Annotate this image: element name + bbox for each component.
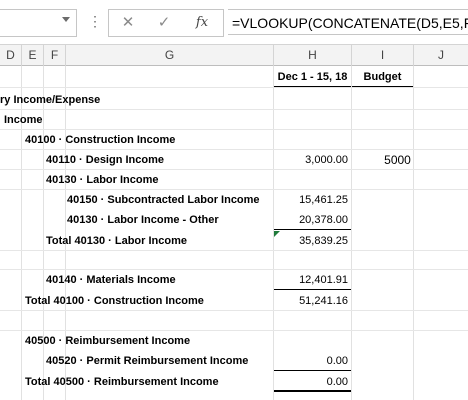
row-label[interactable]: 40110 · Design Income xyxy=(46,150,273,170)
close-icon[interactable]: ✕ xyxy=(117,13,139,33)
row-label[interactable]: 40500 · Reimbursement Income xyxy=(25,331,273,351)
table-row: 40520 · Permit Reimbursement Income 0.00 xyxy=(0,351,468,371)
table-row: 40130 · Labor Income xyxy=(0,170,468,190)
grid-line xyxy=(0,310,468,311)
table-row: 40130 · Labor Income - Other 20,378.00 xyxy=(0,210,468,230)
grid-line xyxy=(0,87,468,88)
column-header-i[interactable]: I xyxy=(352,45,414,66)
table-row xyxy=(0,311,468,331)
grid-line xyxy=(0,189,468,190)
table-row: 40110 · Design Income 3,000.00 5000 xyxy=(0,150,468,170)
spreadsheet-grid[interactable]: Dec 1 - 15, 18 Budget ry Income/Expense … xyxy=(0,66,468,400)
row-label[interactable]: Total 40500 · Reimbursement Income xyxy=(25,372,273,392)
row-label[interactable] xyxy=(0,311,273,331)
table-row: 40140 · Materials Income 12,401.91 xyxy=(0,270,468,290)
vertical-ellipsis-icon[interactable]: ⋮ xyxy=(88,12,102,30)
row-label[interactable]: Total 40100 · Construction Income xyxy=(25,291,273,311)
row-label[interactable]: 40100 · Construction Income xyxy=(25,130,273,150)
grid-line xyxy=(0,330,468,331)
budget-cell[interactable]: 5000 xyxy=(352,150,413,170)
amount-cell[interactable]: 20,378.00 xyxy=(274,210,351,230)
grid-line xyxy=(0,250,468,251)
table-row: 40500 · Reimbursement Income xyxy=(0,331,468,351)
header-period[interactable]: Dec 1 - 15, 18 xyxy=(274,67,351,87)
amount-cell[interactable]: 3,000.00 xyxy=(274,150,351,170)
grid-line xyxy=(0,169,468,170)
table-row: 40100 · Construction Income xyxy=(0,130,468,150)
column-header-g[interactable]: G xyxy=(66,45,274,66)
row-label[interactable] xyxy=(0,251,273,271)
table-row: 40150 · Subcontracted Labor Income 15,46… xyxy=(0,190,468,210)
grid-line xyxy=(0,129,468,130)
amount-cell[interactable]: 0.00 xyxy=(274,351,351,371)
chevron-down-icon[interactable] xyxy=(62,17,70,22)
column-header-j[interactable]: J xyxy=(414,45,468,66)
table-row: Income xyxy=(0,110,468,130)
row-label[interactable]: Income xyxy=(4,110,273,130)
error-indicator-icon[interactable] xyxy=(274,231,280,237)
column-header-f[interactable]: F xyxy=(44,45,66,66)
row-label[interactable]: 40140 · Materials Income xyxy=(46,270,273,290)
table-row: ry Income/Expense xyxy=(0,90,468,110)
amount-cell[interactable]: 15,461.25 xyxy=(274,190,351,210)
table-row: Total 40130 · Labor Income 35,839.25 xyxy=(0,231,468,251)
amount-cell[interactable]: 12,401.91 xyxy=(274,270,351,290)
row-label[interactable]: ry Income/Expense xyxy=(0,90,273,110)
table-row xyxy=(0,251,468,271)
formula-bar: ⋮ ✕ ✓ fx =VLOOKUP(CONCATENATE(D5,E5,F5, xyxy=(0,0,468,44)
column-header-e[interactable]: E xyxy=(22,45,44,66)
row-label[interactable]: 40130 · Labor Income xyxy=(46,170,273,190)
name-box[interactable] xyxy=(0,9,77,37)
column-header-h[interactable]: H xyxy=(274,45,352,66)
formula-buttons: ✕ ✓ fx xyxy=(108,9,224,37)
row-label[interactable]: 40520 · Permit Reimbursement Income xyxy=(46,351,273,371)
column-headers: D E F G H I J xyxy=(0,44,468,66)
row-label[interactable]: 40130 · Labor Income - Other xyxy=(67,210,273,230)
row-label[interactable]: 40150 · Subcontracted Labor Income xyxy=(67,190,273,210)
table-row: Total 40100 · Construction Income 51,241… xyxy=(0,291,468,311)
check-icon[interactable]: ✓ xyxy=(153,13,175,33)
formula-input[interactable]: =VLOOKUP(CONCATENATE(D5,E5,F5, xyxy=(228,9,468,35)
amount-cell[interactable]: 35,839.25 xyxy=(274,231,351,251)
table-row: Total 40500 · Reimbursement Income 0.00 xyxy=(0,372,468,392)
header-budget[interactable]: Budget xyxy=(352,67,413,87)
table-row: Dec 1 - 15, 18 Budget xyxy=(0,67,468,87)
amount-cell[interactable]: 0.00 xyxy=(274,372,351,392)
function-icon[interactable]: fx xyxy=(191,13,213,33)
grid-line xyxy=(0,149,468,150)
grid-line xyxy=(0,109,468,110)
column-header-d[interactable]: D xyxy=(0,45,22,66)
grid-line xyxy=(0,269,468,270)
amount-cell[interactable]: 51,241.16 xyxy=(274,291,351,311)
row-label[interactable]: Total 40130 · Labor Income xyxy=(46,231,273,251)
